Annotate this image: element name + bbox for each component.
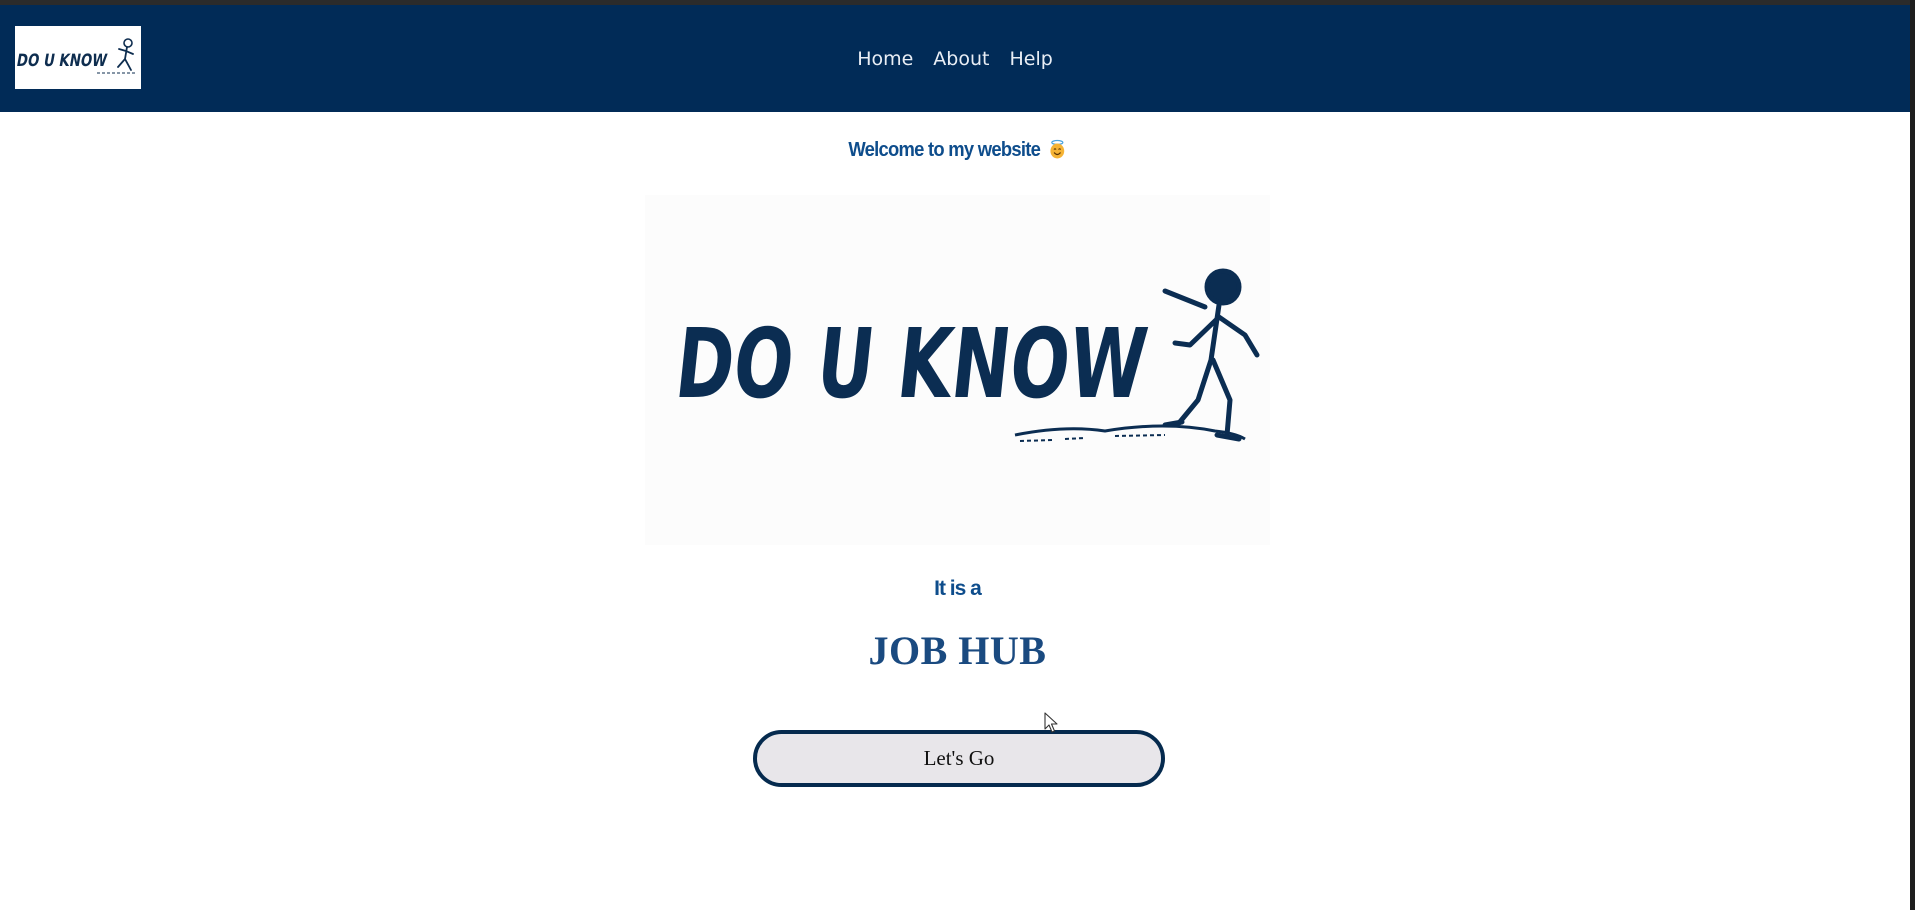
nav-home-link[interactable]: Home [857,48,913,70]
navbar: DO U KNOW Home About Help [0,5,1910,112]
nav-menu: Home About Help [0,5,1910,112]
nav-about-link[interactable]: About [933,48,989,70]
hero-logo-image: DO U KNOW [645,195,1270,545]
hero-logo: DO U KNOW [645,195,1270,545]
window-right-edge [1910,0,1915,910]
welcome-heading: Welcome to my website [77,139,1839,162]
headline: JOB HUB [868,628,1047,673]
lets-go-button[interactable]: Let's Go [753,730,1165,787]
smiling-face-with-halo-icon [1050,139,1065,159]
svg-text:DO U KNOW: DO U KNOW [671,308,1153,420]
nav-help-link[interactable]: Help [1009,48,1052,70]
mouse-pointer-icon [1044,712,1058,733]
welcome-text: Welcome to my website [848,139,1041,161]
intro-text: It is a [934,577,982,600]
